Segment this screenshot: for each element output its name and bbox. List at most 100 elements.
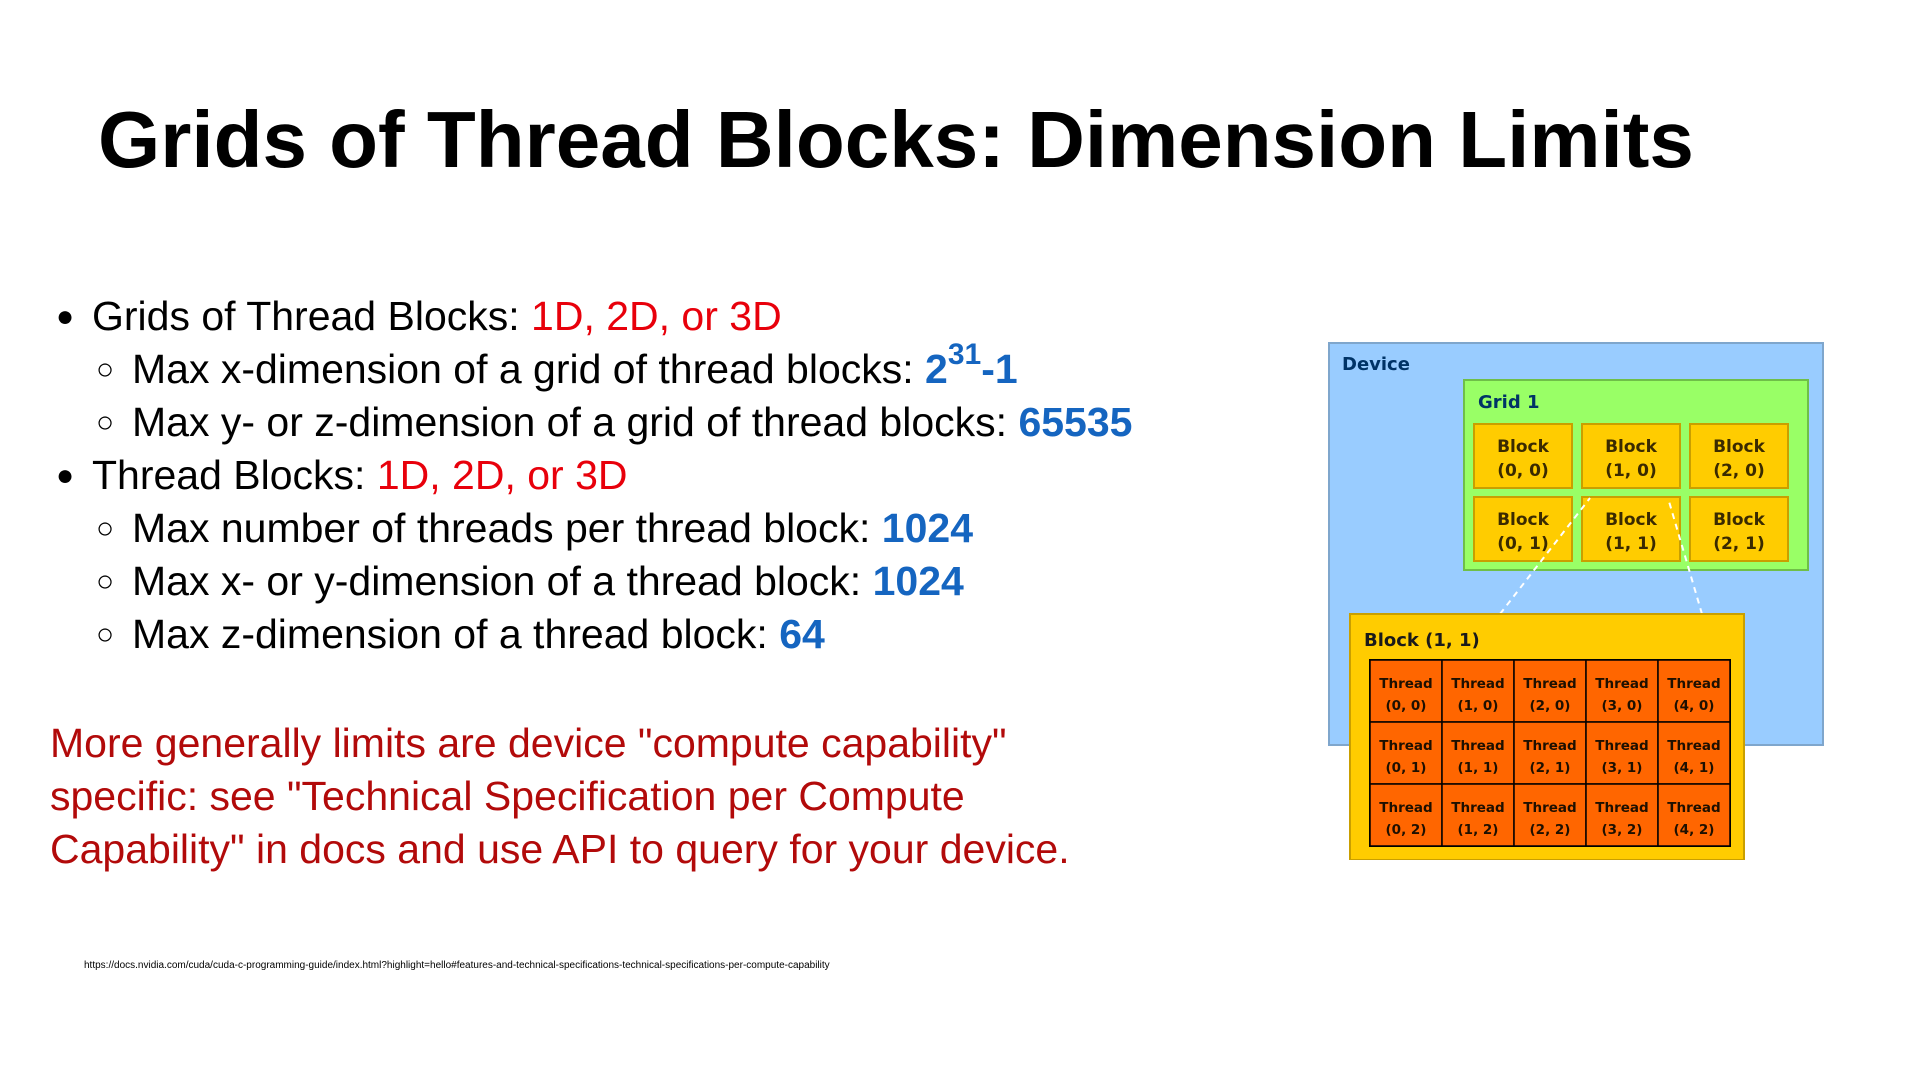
- thread-cell-group: Thread (2, 2): [1513, 783, 1587, 847]
- sub-bullet-value: 231-1: [925, 340, 1018, 392]
- thread-coord: (3, 1): [1602, 760, 1643, 776]
- grid-block: Block (0, 1): [1473, 496, 1573, 562]
- thread-cell-group: Thread (4, 2): [1657, 783, 1731, 847]
- thread-cell-group: Thread (2, 1): [1513, 721, 1587, 785]
- sub-bullet-value: 64: [779, 611, 825, 657]
- block-label: Block: [1713, 437, 1766, 457]
- sub-bullet-grid-yz: ○ Max y- or z-dimension of a grid of thr…: [56, 396, 1286, 449]
- thread-coord: (4, 2): [1674, 822, 1715, 838]
- thread-coord: (1, 1): [1458, 760, 1499, 776]
- thread-grid: Thread(0, 0)Thread(1, 0)Thread(2, 0)Thre…: [1369, 659, 1731, 847]
- thread-label: Thread: [1379, 800, 1432, 816]
- sub-bullet-text: Max y- or z-dimension of a grid of threa…: [132, 399, 1019, 445]
- thread-coord: (4, 1): [1674, 760, 1715, 776]
- thread-cell-group: Thread (2, 0): [1513, 659, 1587, 723]
- sub-bullet-block-xy: ○ Max x- or y-dimension of a thread bloc…: [56, 555, 1286, 608]
- block-coord: (1, 1): [1605, 534, 1657, 554]
- thread-label: Thread: [1523, 800, 1576, 816]
- source-url: https://docs.nvidia.com/cuda/cuda-c-prog…: [84, 960, 830, 971]
- bullet-highlight: 1D, 2D, or 3D: [376, 452, 628, 498]
- bullet-circle-icon: ○: [96, 406, 115, 439]
- thread-coord: (4, 0): [1674, 698, 1715, 714]
- thread-cell-group: Thread (1, 0): [1441, 659, 1515, 723]
- thread-label: Thread: [1667, 800, 1720, 816]
- bullet-dot-icon: ●: [56, 300, 75, 333]
- expanded-block-label: Block (1, 1): [1364, 630, 1480, 651]
- device-label: Device: [1342, 354, 1410, 375]
- bullet-text: Grids of Thread Blocks:: [92, 293, 532, 339]
- thread-label: Thread: [1595, 800, 1648, 816]
- block-coord: (0, 1): [1497, 534, 1549, 554]
- sub-bullet-value: 65535: [1018, 399, 1133, 445]
- sub-bullet-text: Max z-dimension of a thread block:: [132, 611, 780, 657]
- thread-cell-group: Thread (3, 2): [1585, 783, 1659, 847]
- sub-bullet-grid-x: ○ Max x-dimension of a grid of thread bl…: [56, 340, 1286, 396]
- thread-cell-group: Thread (4, 0): [1657, 659, 1731, 723]
- thread-cell-group: Thread (1, 2): [1441, 783, 1515, 847]
- bullet-circle-icon: ○: [96, 565, 115, 598]
- thread-coord: (2, 1): [1530, 760, 1571, 776]
- grid-label: Grid 1: [1478, 392, 1540, 413]
- thread-label: Thread: [1379, 676, 1432, 692]
- block-label: Block: [1497, 510, 1550, 530]
- block-label: Block: [1497, 437, 1550, 457]
- thread-label: Thread: [1451, 800, 1504, 816]
- thread-coord: (1, 2): [1458, 822, 1499, 838]
- thread-cell-group: Thread (0, 1): [1369, 721, 1443, 785]
- thread-coord: (3, 0): [1602, 698, 1643, 714]
- block-coord: (2, 1): [1713, 534, 1765, 554]
- thread-cell-group: Thread (0, 0): [1369, 659, 1443, 723]
- thread-label: Thread: [1379, 738, 1432, 754]
- block-coord: (1, 0): [1605, 461, 1657, 481]
- note-line: More generally limits are device "comput…: [50, 720, 1007, 766]
- grid-block: Block (2, 0): [1689, 423, 1789, 489]
- block-label: Block: [1605, 437, 1658, 457]
- value-rest: -1: [981, 346, 1018, 392]
- sub-bullet-threads-per-block: ○ Max number of threads per thread block…: [56, 502, 1286, 555]
- thread-coord: (0, 1): [1386, 760, 1427, 776]
- grid-block: Block (1, 1): [1581, 496, 1681, 562]
- bullet-highlight: 1D, 2D, or 3D: [531, 293, 782, 339]
- bullet-dot-icon: ●: [56, 459, 75, 492]
- thread-label: Thread: [1451, 738, 1504, 754]
- thread-label: Thread: [1523, 676, 1576, 692]
- compute-capability-note: More generally limits are device "comput…: [50, 717, 1200, 876]
- thread-cell-group: Thread (4, 1): [1657, 721, 1731, 785]
- thread-coord: (2, 0): [1530, 698, 1571, 714]
- thread-coord: (3, 2): [1602, 822, 1643, 838]
- bullet-thread-blocks: ● Thread Blocks: 1D, 2D, or 3D: [56, 449, 1286, 502]
- note-line: specific: see "Technical Specification p…: [50, 773, 965, 819]
- thread-cell-group: Thread (0, 2): [1369, 783, 1443, 847]
- sub-bullet-text: Max x-dimension of a grid of thread bloc…: [132, 346, 926, 392]
- bullet-circle-icon: ○: [96, 512, 115, 545]
- note-line: Capability" in docs and use API to query…: [50, 826, 1070, 872]
- block-coord: (2, 0): [1713, 461, 1765, 481]
- cuda-thread-hierarchy-diagram: Device Grid 1 Block(0, 0)Block(1, 0)Bloc…: [1328, 342, 1824, 860]
- bullet-text: Thread Blocks:: [92, 452, 377, 498]
- block-label: Block: [1605, 510, 1658, 530]
- slide-title: Grids of Thread Blocks: Dimension Limits: [98, 95, 1694, 184]
- thread-label: Thread: [1595, 676, 1648, 692]
- thread-coord: (0, 2): [1386, 822, 1427, 838]
- grid-block: Block (0, 0): [1473, 423, 1573, 489]
- thread-label: Thread: [1667, 738, 1720, 754]
- grid-block: Block (2, 1): [1689, 496, 1789, 562]
- thread-label: Thread: [1667, 676, 1720, 692]
- bullet-circle-icon: ○: [96, 618, 115, 651]
- bullet-circle-icon: ○: [96, 353, 115, 386]
- thread-cell-group: Thread (3, 1): [1585, 721, 1659, 785]
- thread-cell-group: Thread (3, 0): [1585, 659, 1659, 723]
- grid-block: Block (1, 0): [1581, 423, 1681, 489]
- sub-bullet-text: Max number of threads per thread block:: [132, 505, 882, 551]
- block-coord: (0, 0): [1497, 461, 1549, 481]
- thread-coord: (2, 2): [1530, 822, 1571, 838]
- sub-bullet-block-z: ○ Max z-dimension of a thread block: 64: [56, 608, 1286, 661]
- thread-label: Thread: [1451, 676, 1504, 692]
- value-base: 2: [925, 346, 948, 392]
- value-exponent: 31: [947, 338, 982, 372]
- bullet-grids: ● Grids of Thread Blocks: 1D, 2D, or 3D: [56, 290, 1286, 343]
- thread-cell-group: Thread (1, 1): [1441, 721, 1515, 785]
- thread-label: Thread: [1595, 738, 1648, 754]
- bullet-list: ● Grids of Thread Blocks: 1D, 2D, or 3D …: [56, 290, 1286, 661]
- sub-bullet-value: 1024: [872, 558, 964, 604]
